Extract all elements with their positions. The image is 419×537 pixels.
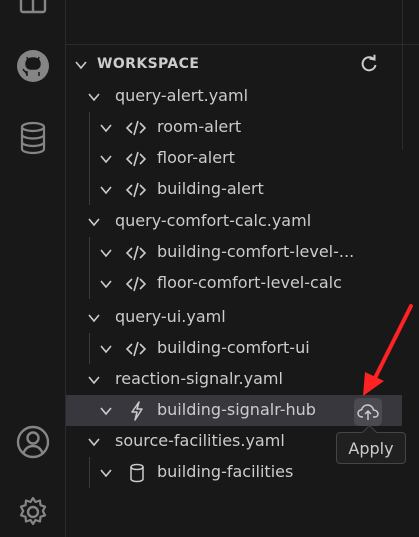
apply-button[interactable] (354, 398, 382, 426)
tree-item-label: query-ui.yaml (115, 307, 226, 326)
cloud-upload-icon (357, 404, 379, 420)
tree-item-label: building-comfort-level-... (157, 242, 355, 261)
tree-item-query[interactable]: building-comfort-level-... (66, 237, 402, 268)
chevron-down-icon[interactable] (87, 215, 101, 229)
chevron-down-icon[interactable] (99, 277, 113, 291)
code-icon (126, 245, 146, 261)
code-icon (126, 341, 146, 357)
tree-item-query[interactable]: room-alert (66, 112, 402, 143)
chevron-down-icon[interactable] (99, 152, 113, 166)
tree-item-query[interactable]: floor-comfort-level-calc (66, 268, 402, 299)
apply-tooltip: Apply (336, 424, 406, 464)
chevron-down-icon[interactable] (87, 373, 101, 387)
chevron-down-icon[interactable] (99, 183, 113, 197)
tree-item-label: building-comfort-ui (157, 338, 310, 357)
tree-item-label: query-comfort-calc.yaml (115, 211, 312, 230)
account-icon[interactable] (15, 424, 51, 460)
tree-item-query[interactable]: building-alert (66, 174, 402, 205)
tree-item-label: building-signalr-hub (157, 400, 316, 419)
tooltip-label: Apply (348, 439, 394, 458)
divider (402, 0, 403, 150)
tree-item-label: room-alert (157, 117, 242, 136)
tree-item-label: floor-comfort-level-calc (157, 273, 342, 292)
github-icon[interactable] (15, 48, 51, 84)
chevron-down-icon[interactable] (99, 404, 113, 418)
section-title: WORKSPACE (97, 56, 200, 72)
divider (66, 44, 419, 45)
chevron-down-icon[interactable] (74, 58, 88, 72)
chevron-down-icon[interactable] (99, 121, 113, 135)
workspace-section-header[interactable]: WORKSPACE (66, 50, 402, 78)
tree-item-label: query-alert.yaml (115, 86, 249, 105)
tree-item-file[interactable]: query-alert.yaml (66, 81, 402, 112)
explorer-icon[interactable] (15, 0, 51, 30)
annotation-arrow-icon (363, 304, 413, 396)
tree-item-file[interactable]: query-comfort-calc.yaml (66, 206, 402, 237)
tree-item-label: building-facilities (157, 462, 294, 481)
database-icon (130, 463, 144, 483)
tree-item-label: building-alert (157, 179, 264, 198)
lightning-icon (131, 401, 143, 421)
chevron-down-icon[interactable] (99, 246, 113, 260)
tree-item-query[interactable]: building-comfort-ui (66, 333, 402, 364)
code-icon (126, 151, 146, 167)
chevron-down-icon[interactable] (87, 435, 101, 449)
chevron-down-icon[interactable] (99, 342, 113, 356)
chevron-down-icon[interactable] (99, 466, 113, 480)
tree-item-file[interactable]: reaction-signalr.yaml (66, 364, 402, 395)
tree-item-file[interactable]: query-ui.yaml (66, 302, 402, 333)
refresh-icon[interactable] (359, 54, 379, 74)
database-icon[interactable] (15, 120, 51, 156)
code-icon (126, 276, 146, 292)
code-icon (126, 182, 146, 198)
chevron-down-icon[interactable] (87, 90, 101, 104)
chevron-down-icon[interactable] (87, 311, 101, 325)
settings-gear-icon[interactable] (15, 494, 51, 530)
activity-bar (0, 0, 66, 537)
tree-item-label: reaction-signalr.yaml (115, 369, 283, 388)
tree-item-reaction[interactable]: building-signalr-hub (66, 395, 402, 426)
tree-item-label: floor-alert (157, 148, 235, 167)
tree-item-label: source-facilities.yaml (115, 431, 285, 450)
tree-item-query[interactable]: floor-alert (66, 143, 402, 174)
code-icon (126, 120, 146, 136)
